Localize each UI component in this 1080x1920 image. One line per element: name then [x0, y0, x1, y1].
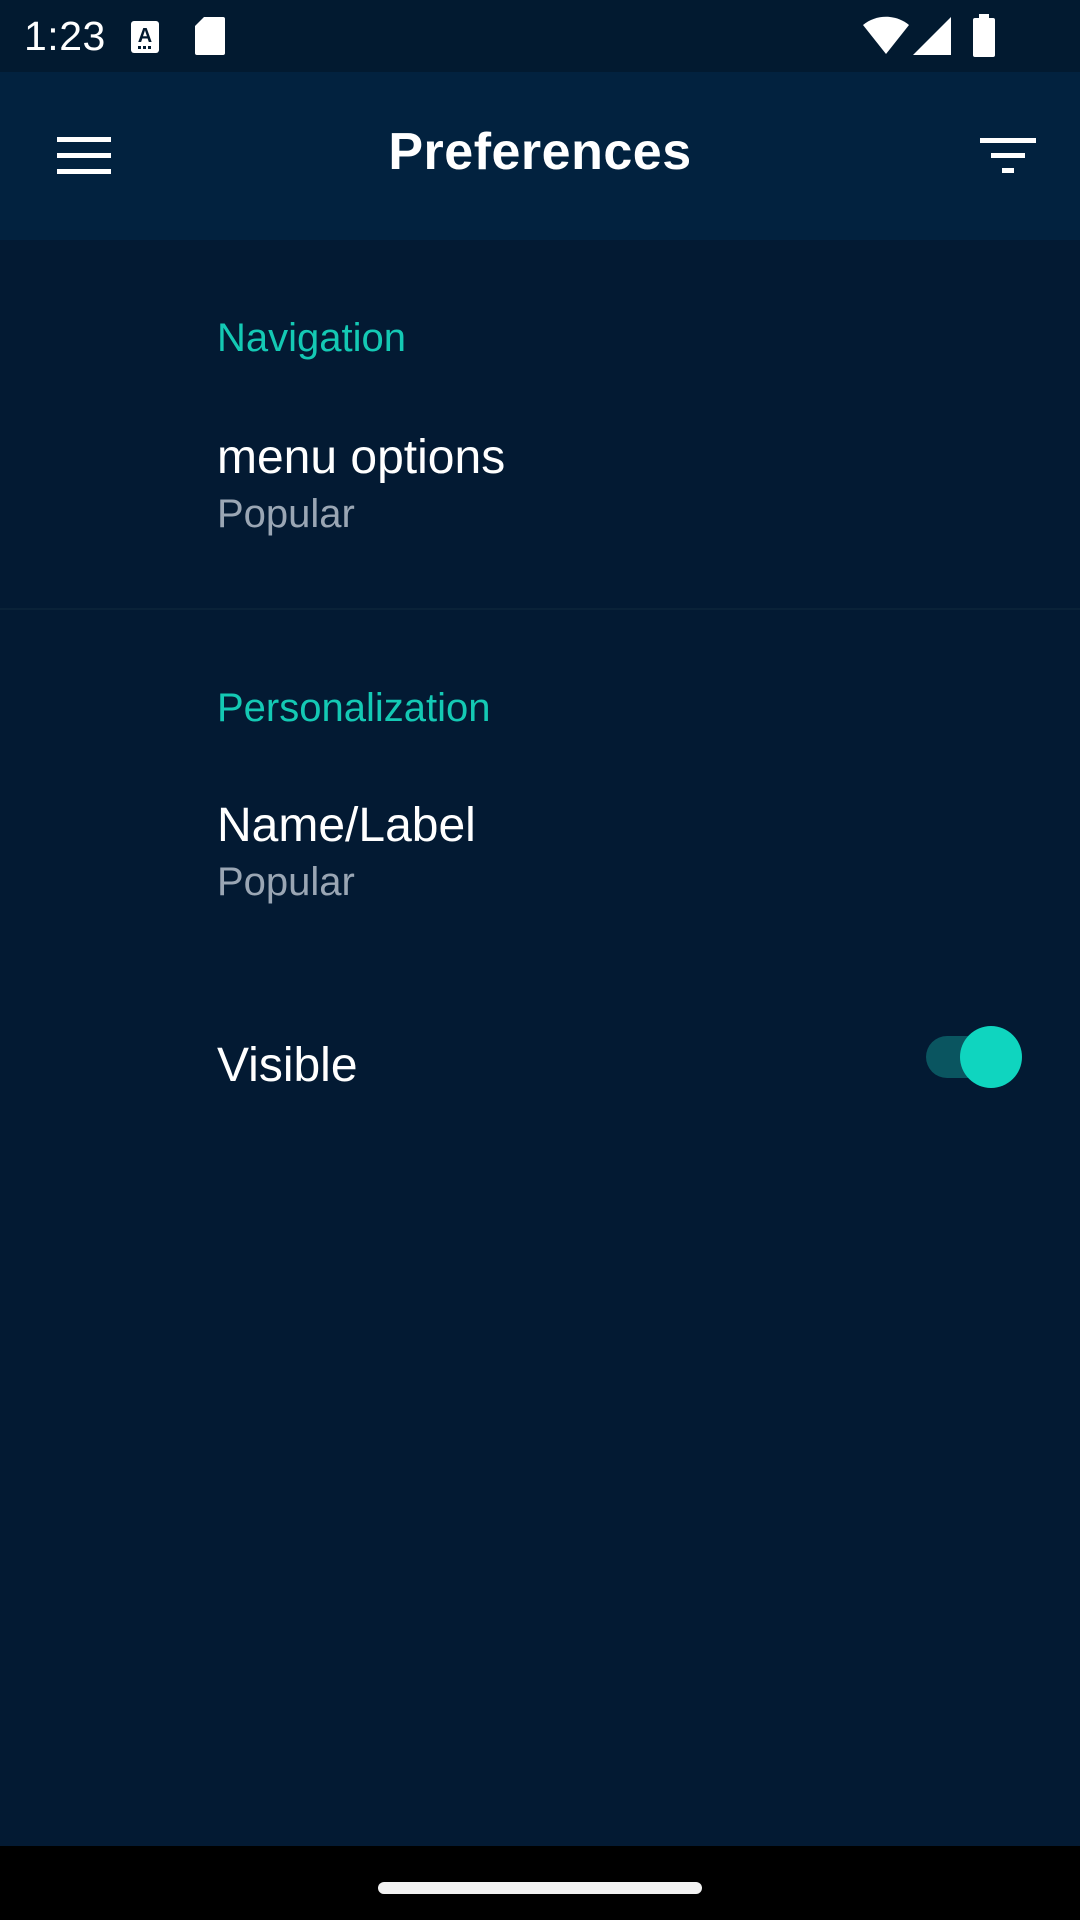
visible-toggle[interactable]	[924, 1020, 1026, 1092]
pref-title: menu options	[217, 431, 506, 484]
toggle-thumb	[960, 1026, 1022, 1088]
pref-item-name-label[interactable]: Name/Label Popular	[0, 798, 1080, 938]
home-indicator[interactable]	[378, 1882, 702, 1894]
status-bar: 1:23 A	[0, 0, 1080, 72]
pref-title: Name/Label	[217, 799, 476, 852]
filter-button[interactable]	[972, 120, 1044, 192]
app-bar: Preferences	[0, 72, 1080, 240]
pref-summary: Popular	[217, 860, 355, 904]
status-time: 1:23	[24, 13, 106, 59]
keyboard-a-icon: A	[131, 21, 159, 53]
preferences-list: Navigation menu options Popular Personal…	[0, 240, 1080, 1846]
sd-card-icon	[195, 17, 225, 55]
cell-signal-icon	[913, 17, 951, 55]
pref-summary: Popular	[217, 492, 355, 536]
pref-item-visible[interactable]: Visible	[0, 1010, 1080, 1130]
section-divider	[0, 608, 1080, 610]
filter-icon	[980, 138, 1036, 173]
section-header-personalization: Personalization	[217, 686, 491, 730]
system-nav-bar	[0, 1846, 1080, 1920]
section-header-navigation: Navigation	[217, 316, 407, 360]
wifi-icon	[863, 16, 909, 54]
pref-item-menu-options[interactable]: menu options Popular	[0, 430, 1080, 570]
page-title: Preferences	[388, 123, 692, 181]
svg-text:A: A	[138, 25, 152, 47]
battery-icon	[973, 14, 995, 57]
pref-title: Visible	[217, 1039, 358, 1092]
